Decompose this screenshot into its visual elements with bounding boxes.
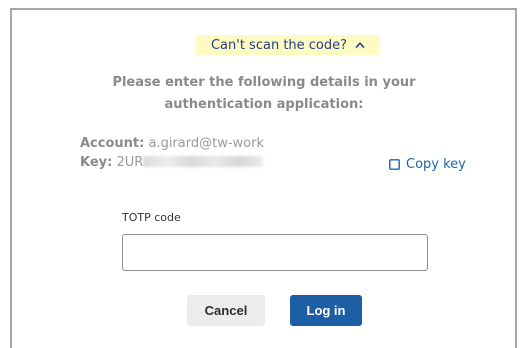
cant-scan-label: Can't scan the code? bbox=[210, 37, 348, 53]
copy-key-label: Copy key bbox=[406, 157, 466, 172]
cancel-button[interactable]: Cancel bbox=[187, 295, 265, 326]
account-value: a.girard@tw-work bbox=[148, 136, 264, 151]
login-button[interactable]: Log in bbox=[290, 295, 362, 326]
account-label: Account: bbox=[80, 136, 145, 151]
chevron-up-icon bbox=[355, 42, 365, 48]
totp-label: TOTP code bbox=[122, 211, 181, 224]
cant-scan-toggle[interactable]: Can't scan the code? bbox=[196, 35, 380, 55]
account-row: Account: a.girard@tw-work bbox=[80, 136, 264, 151]
instructions-text: Please enter the following details in yo… bbox=[112, 75, 416, 112]
key-label: Key: bbox=[80, 155, 113, 170]
copy-icon bbox=[389, 159, 400, 170]
key-value: 2UR bbox=[116, 155, 144, 170]
key-row: Key: 2UR bbox=[80, 155, 264, 170]
key-redacted bbox=[143, 156, 264, 167]
totp-input[interactable] bbox=[122, 234, 428, 271]
copy-key-button[interactable]: Copy key bbox=[389, 157, 466, 172]
